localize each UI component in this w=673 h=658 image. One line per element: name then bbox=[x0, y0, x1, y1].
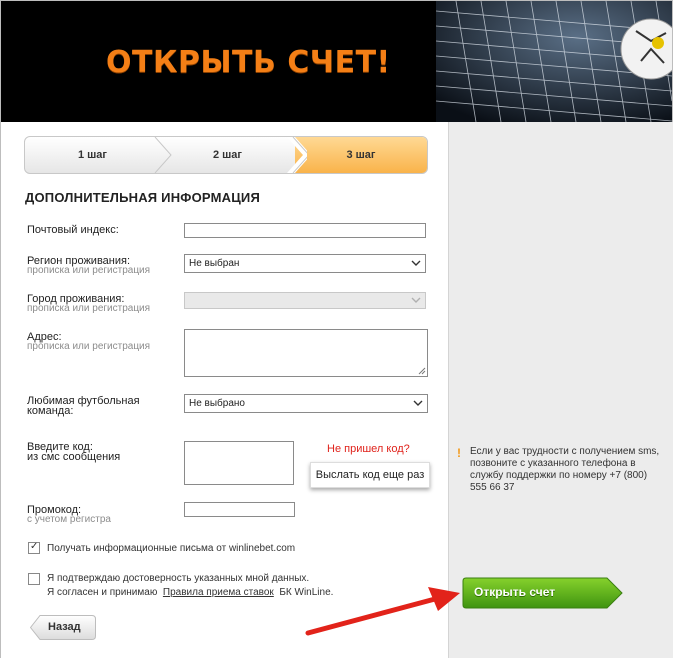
chevron-down-icon bbox=[411, 260, 421, 266]
postal-code-input[interactable] bbox=[184, 223, 426, 238]
red-arrow-icon bbox=[305, 587, 460, 636]
confirm-text-prefix: Я согласен и принимаю bbox=[47, 587, 158, 598]
sms-code-input[interactable] bbox=[184, 441, 294, 485]
section-title: ДОПОЛНИТЕЛЬНАЯ ИНФОРМАЦИЯ bbox=[25, 190, 261, 205]
address-textarea[interactable] bbox=[184, 329, 428, 377]
confirm-text-line1: Я подтверждаю достоверность указанных мн… bbox=[47, 573, 310, 584]
step-1: 1 шаг bbox=[77, 149, 108, 161]
region-select-value: Не выбран bbox=[189, 258, 240, 269]
code-not-received-link[interactable]: Не пришел код? bbox=[327, 443, 410, 455]
step-progress: 1 шаг 2 шаг 3 шаг bbox=[24, 136, 428, 174]
promo-code-input[interactable] bbox=[184, 502, 295, 517]
open-account-label: Открыть счет bbox=[474, 585, 556, 599]
postal-label: Почтовый индекс: bbox=[27, 224, 119, 236]
warning-icon: ! bbox=[457, 446, 461, 460]
step-separator-2 bbox=[287, 137, 307, 173]
newsletter-text: Получать информационные письма от winlin… bbox=[47, 543, 296, 554]
resize-grip-icon[interactable] bbox=[418, 367, 426, 375]
promo-hint: с учетом регистра bbox=[27, 514, 111, 525]
city-select[interactable] bbox=[184, 292, 426, 309]
address-hint: прописка или регистрация bbox=[27, 341, 151, 352]
step-3-active: 3 шаг bbox=[295, 137, 427, 173]
step-2: 2 шаг bbox=[212, 149, 243, 161]
banner: ОТКРЫТЬ СЧЕТ! bbox=[1, 1, 672, 122]
newsletter-checkbox[interactable]: ✓ bbox=[28, 541, 40, 554]
team-select-value: Не выбрано bbox=[189, 398, 245, 409]
city-hint: прописка или регистрация bbox=[27, 303, 151, 314]
checkmark-icon: ✓ bbox=[30, 541, 39, 552]
team-label-line2: команда: bbox=[27, 405, 74, 417]
sms-code-label-line2: из смс сообщения bbox=[27, 451, 121, 463]
resend-code-button[interactable]: Выслать код еще раз bbox=[310, 462, 430, 488]
chevron-down-icon bbox=[411, 297, 421, 303]
back-button-label: Назад bbox=[48, 621, 81, 633]
region-hint: прописка или регистрация bbox=[27, 265, 151, 276]
chevron-down-icon bbox=[413, 400, 423, 406]
goal-net-image bbox=[436, 1, 672, 122]
betting-rules-link[interactable]: Правила приема ставок bbox=[163, 587, 274, 598]
banner-title: ОТКРЫТЬ СЧЕТ! bbox=[106, 45, 391, 80]
favorite-team-select[interactable]: Не выбрано bbox=[184, 394, 428, 413]
back-button[interactable]: Назад bbox=[30, 615, 96, 640]
confirm-checkbox[interactable] bbox=[28, 573, 40, 585]
region-select[interactable]: Не выбран bbox=[184, 254, 426, 273]
help-text: Если у вас трудности с получением sms, п… bbox=[470, 446, 660, 493]
open-account-button[interactable]: Открыть счет bbox=[462, 577, 624, 610]
confirm-text-line2: Я согласен и принимаю Правила приема ста… bbox=[47, 586, 333, 599]
